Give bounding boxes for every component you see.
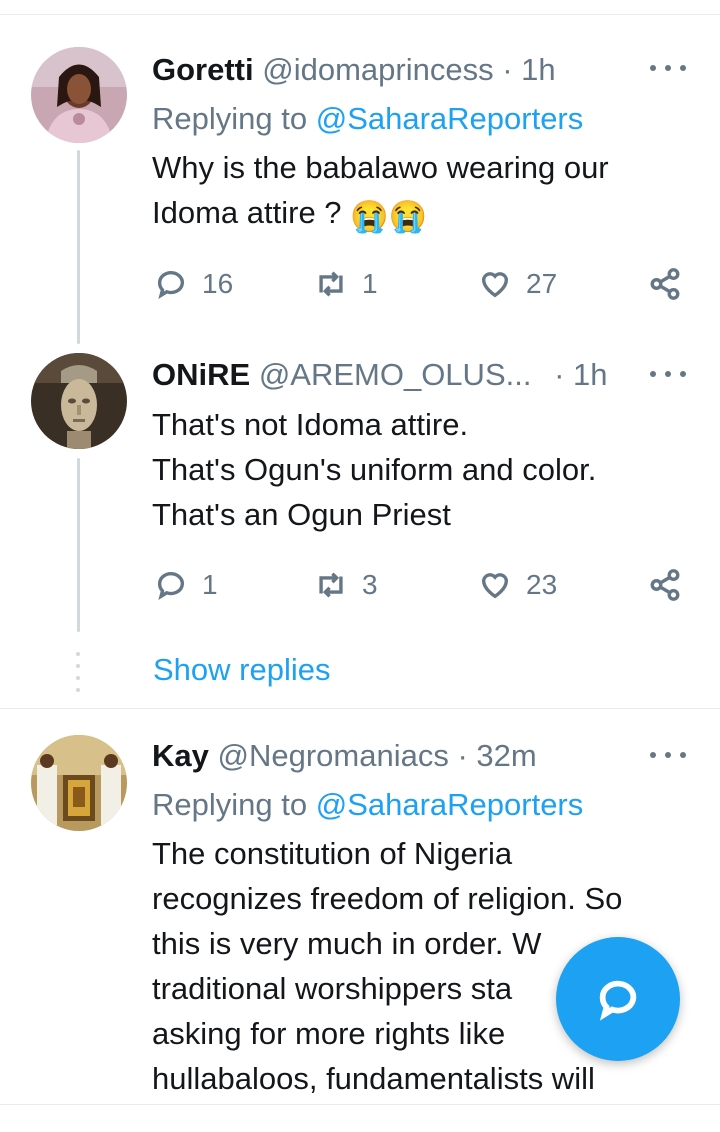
tweet-actions: 16 1 27	[152, 264, 692, 304]
share-button[interactable]	[648, 264, 682, 304]
reply-count: 16	[202, 268, 234, 299]
display-name[interactable]: Kay	[152, 738, 209, 773]
compose-reply-icon	[599, 980, 637, 1021]
tweet-header: Goretti @idomaprincess · 1h	[152, 50, 556, 90]
replying-to-link[interactable]: @SaharaReporters	[316, 787, 584, 822]
retweet-button[interactable]: 1	[314, 264, 378, 304]
avatar-group-photo-icon	[31, 735, 127, 831]
retweet-icon	[319, 271, 343, 297]
heart-icon	[481, 573, 509, 599]
user-handle[interactable]: @AREMO_OLUS...	[259, 357, 532, 392]
thread-line	[77, 458, 80, 632]
display-name[interactable]: ONiRE	[152, 357, 250, 392]
like-button[interactable]: 27	[478, 264, 557, 304]
top-divider	[0, 14, 720, 15]
like-count: 23	[526, 569, 558, 600]
tweet-text: Why is the babalawo wearing our Idoma at…	[152, 145, 692, 239]
tweet-text: That's not Idoma attire. That's Ogun's u…	[152, 407, 597, 532]
crying-emoji: 😭😭	[350, 199, 428, 234]
retweet-count: 3	[362, 569, 378, 600]
reply-icon	[157, 271, 185, 300]
compose-reply-button[interactable]	[556, 937, 680, 1061]
reply-button[interactable]: 1	[154, 565, 218, 605]
more-icon	[650, 752, 656, 758]
reply-icon	[157, 572, 185, 601]
thread-line	[77, 150, 80, 344]
avatar[interactable]	[31, 353, 127, 449]
timestamp[interactable]: · 1h	[502, 52, 555, 87]
share-icon	[650, 569, 680, 601]
heart-icon	[481, 272, 509, 298]
timestamp[interactable]: · 32m	[457, 738, 536, 773]
avatar-mask-icon	[31, 353, 127, 449]
avatar[interactable]	[31, 735, 127, 831]
more-options-button[interactable]	[650, 364, 686, 384]
section-divider	[0, 708, 720, 709]
retweet-count: 1	[362, 268, 378, 299]
reply-count: 1	[202, 569, 218, 600]
thread-continuation-dots	[76, 652, 82, 692]
reply-button[interactable]: 16	[154, 264, 233, 304]
more-icon	[650, 65, 656, 71]
user-handle[interactable]: @Negromaniacs	[218, 738, 449, 773]
show-replies-link[interactable]: Show replies	[153, 650, 330, 690]
tweet-actions: 1 3 23	[152, 565, 692, 605]
replying-to: Replying to @SaharaReporters	[152, 101, 584, 136]
avatar-photo-icon	[31, 47, 127, 143]
more-icon	[650, 371, 656, 377]
like-button[interactable]: 23	[478, 565, 557, 605]
user-handle[interactable]: @idomaprincess	[262, 52, 493, 87]
more-options-button[interactable]	[650, 58, 686, 78]
avatar[interactable]	[31, 47, 127, 143]
timestamp[interactable]: · 1h	[554, 357, 607, 392]
display-name[interactable]: Goretti	[152, 52, 254, 87]
retweet-icon	[319, 572, 343, 598]
tweet-header: ONiRE @AREMO_OLUS... · 1h	[152, 355, 608, 395]
share-button[interactable]	[648, 565, 682, 605]
share-icon	[650, 268, 680, 300]
replying-to-link[interactable]: @SaharaReporters	[316, 101, 584, 136]
replying-to: Replying to @SaharaReporters	[152, 787, 584, 822]
bottom-divider	[0, 1104, 720, 1105]
more-options-button[interactable]	[650, 745, 686, 765]
tweet-header: Kay @Negromaniacs · 32m	[152, 736, 537, 776]
retweet-button[interactable]: 3	[314, 565, 378, 605]
like-count: 27	[526, 268, 558, 299]
